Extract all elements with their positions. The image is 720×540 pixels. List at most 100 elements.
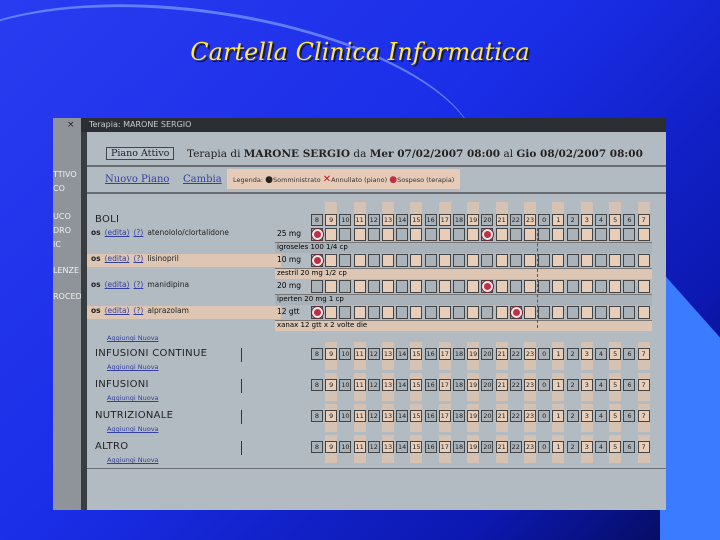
schedule-cell[interactable] — [467, 280, 480, 293]
clock-icon[interactable] — [312, 255, 323, 266]
schedule-cell[interactable] — [367, 306, 380, 319]
schedule-cell[interactable] — [424, 306, 437, 319]
schedule-cell[interactable] — [438, 228, 451, 241]
schedule-cell[interactable] — [524, 306, 536, 319]
schedule-cell[interactable] — [467, 228, 480, 241]
schedule-cell[interactable] — [495, 228, 508, 241]
schedule-cell[interactable] — [339, 254, 352, 267]
sidebar-item[interactable]: TTIVO — [53, 170, 77, 179]
schedule-cell[interactable] — [580, 306, 593, 319]
schedule-cell[interactable] — [367, 228, 380, 241]
schedule-cell[interactable] — [311, 280, 323, 293]
edit-link[interactable]: (edita) — [105, 254, 130, 263]
schedule-cell[interactable] — [538, 306, 551, 319]
aggiungi-nuova-link[interactable]: Aggiungi Nuova — [107, 394, 159, 402]
schedule-cell[interactable] — [623, 306, 636, 319]
schedule-cell[interactable] — [367, 254, 380, 267]
schedule-cell[interactable] — [609, 306, 622, 319]
help-link[interactable]: (?) — [133, 228, 143, 237]
aggiungi-nuova-link[interactable]: Aggiungi Nuova — [107, 425, 159, 433]
schedule-cell[interactable] — [325, 306, 338, 319]
schedule-cell[interactable] — [595, 254, 607, 267]
cambia-link[interactable]: Cambia — [183, 174, 222, 185]
clock-icon[interactable] — [312, 307, 323, 318]
help-link[interactable]: (?) — [133, 306, 143, 315]
schedule-cell[interactable] — [524, 254, 536, 267]
schedule-cell[interactable] — [453, 254, 465, 267]
schedule-cell[interactable] — [566, 254, 579, 267]
schedule-cell[interactable] — [325, 280, 338, 293]
schedule-cell[interactable] — [538, 254, 551, 267]
schedule-cell[interactable] — [509, 254, 522, 267]
schedule-cell[interactable] — [424, 280, 437, 293]
schedule-cell[interactable] — [566, 306, 579, 319]
schedule-cell[interactable] — [538, 280, 551, 293]
schedule-cell[interactable] — [623, 280, 636, 293]
piano-attivo-button[interactable]: Piano Attivo — [106, 147, 175, 160]
schedule-cell[interactable] — [595, 228, 607, 241]
schedule-cell[interactable] — [595, 280, 607, 293]
schedule-cell[interactable] — [552, 254, 565, 267]
schedule-cell[interactable] — [424, 228, 437, 241]
schedule-cell[interactable] — [410, 254, 423, 267]
sidebar-item[interactable]: ROCEDI — [53, 292, 84, 301]
schedule-cell[interactable] — [637, 306, 650, 319]
schedule-cell[interactable] — [552, 306, 565, 319]
clock-icon[interactable] — [312, 229, 323, 240]
aggiungi-nuova-link[interactable]: Aggiungi Nuova — [107, 363, 159, 371]
sidebar-item[interactable]: UCO — [53, 212, 71, 221]
schedule-cell[interactable] — [552, 280, 565, 293]
schedule-cell[interactable] — [353, 280, 366, 293]
schedule-cell[interactable] — [396, 280, 409, 293]
schedule-cell[interactable] — [637, 280, 650, 293]
schedule-cell[interactable] — [438, 254, 451, 267]
edit-link[interactable]: (edita) — [105, 280, 130, 289]
schedule-cell[interactable] — [396, 254, 409, 267]
schedule-cell[interactable] — [566, 280, 579, 293]
schedule-cell[interactable] — [353, 306, 366, 319]
schedule-cell[interactable] — [382, 280, 394, 293]
clock-icon[interactable] — [510, 307, 522, 318]
schedule-cell[interactable] — [453, 306, 465, 319]
schedule-cell[interactable] — [453, 280, 465, 293]
schedule-cell[interactable] — [580, 228, 593, 241]
schedule-cell[interactable] — [623, 254, 636, 267]
schedule-cell[interactable] — [637, 228, 650, 241]
schedule-cell[interactable] — [595, 306, 607, 319]
schedule-cell[interactable] — [353, 254, 366, 267]
sidebar-item[interactable]: DRO — [53, 226, 71, 235]
schedule-cell[interactable] — [552, 228, 565, 241]
schedule-cell[interactable] — [367, 280, 380, 293]
help-link[interactable]: (?) — [133, 254, 143, 263]
schedule-cell[interactable] — [495, 280, 508, 293]
schedule-cell[interactable] — [481, 306, 494, 319]
schedule-cell[interactable] — [325, 254, 338, 267]
schedule-cell[interactable] — [580, 280, 593, 293]
schedule-cell[interactable] — [495, 306, 508, 319]
schedule-cell[interactable] — [509, 228, 522, 241]
schedule-cell[interactable] — [339, 280, 352, 293]
schedule-cell[interactable] — [453, 228, 465, 241]
aggiungi-nuova-link[interactable]: Aggiungi Nuova — [107, 456, 159, 464]
schedule-cell[interactable] — [382, 306, 394, 319]
schedule-cell[interactable] — [467, 254, 480, 267]
schedule-cell[interactable] — [353, 228, 366, 241]
schedule-cell[interactable] — [339, 228, 352, 241]
schedule-cell[interactable] — [609, 254, 622, 267]
edit-link[interactable]: (edita) — [105, 228, 130, 237]
sidebar-item[interactable]: CO — [53, 184, 65, 193]
schedule-cell[interactable] — [509, 280, 522, 293]
schedule-cell[interactable] — [410, 306, 423, 319]
schedule-cell[interactable] — [481, 254, 494, 267]
schedule-cell[interactable] — [538, 228, 551, 241]
sidebar-item[interactable]: LENZE — [53, 266, 79, 275]
schedule-cell[interactable] — [637, 254, 650, 267]
sidebar-item[interactable]: IC — [53, 240, 61, 249]
schedule-cell[interactable] — [524, 280, 536, 293]
schedule-cell[interactable] — [438, 280, 451, 293]
schedule-cell[interactable] — [396, 306, 409, 319]
schedule-cell[interactable] — [424, 254, 437, 267]
schedule-cell[interactable] — [325, 228, 338, 241]
schedule-cell[interactable] — [438, 306, 451, 319]
schedule-cell[interactable] — [467, 306, 480, 319]
